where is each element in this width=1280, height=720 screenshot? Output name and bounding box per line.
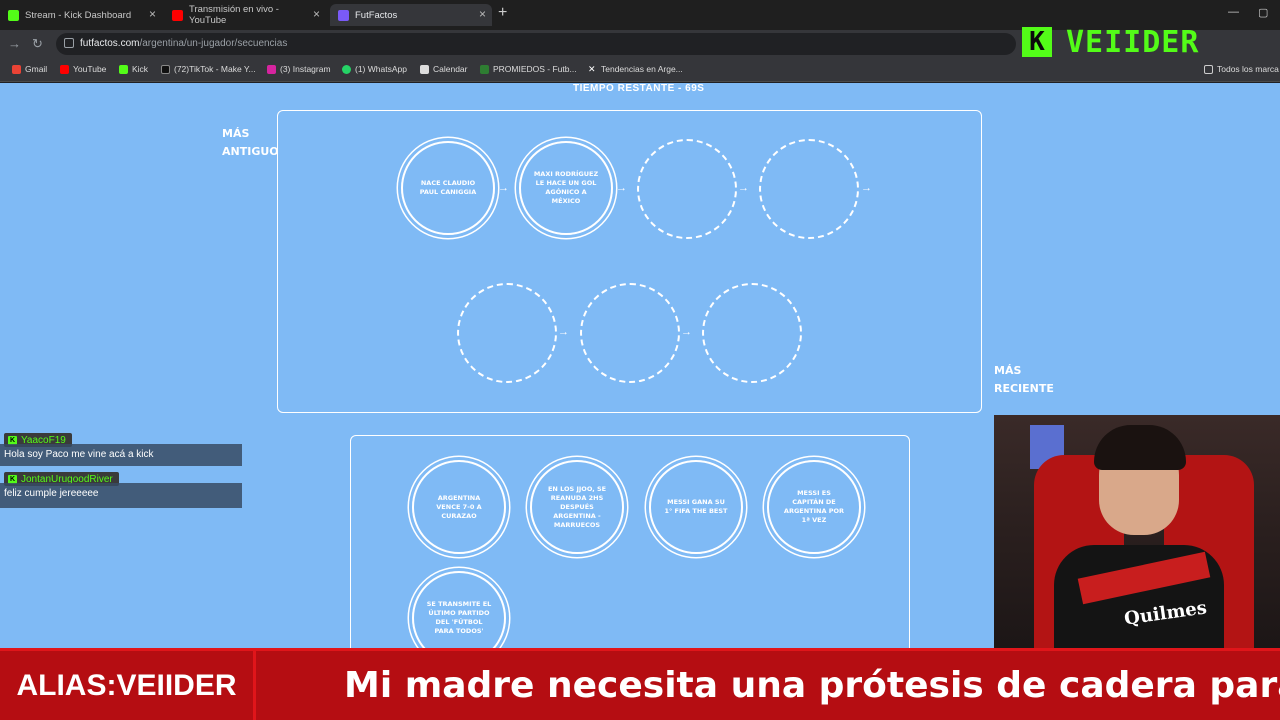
close-icon[interactable]: × bbox=[479, 7, 486, 21]
option-card[interactable]: ARGENTINA VENCE 7-0 A CURAZAO bbox=[412, 460, 506, 554]
chat-text: Hola soy Paco me vine acá a kick bbox=[0, 444, 242, 466]
bookmark-promiedos[interactable]: PROMIEDOS - Futb... bbox=[480, 64, 577, 74]
slot-2[interactable]: MAXI RODRÍGUEZ LE HACE UN GOL AGÓNICO A … bbox=[519, 141, 613, 235]
tiktok-icon bbox=[161, 64, 170, 74]
minimize-icon[interactable]: — bbox=[1228, 6, 1239, 18]
tab-title: Stream - Kick Dashboard bbox=[25, 9, 132, 21]
bookmark-x-trends[interactable]: ✕ Tendencias en Arge... bbox=[588, 64, 683, 74]
tab-title: Transmisión en vivo - YouTube bbox=[189, 4, 279, 26]
instagram-icon bbox=[267, 64, 276, 74]
ticker-text: Mi madre necesita una prótesis de cadera… bbox=[344, 665, 1280, 706]
slot-5[interactable] bbox=[457, 283, 557, 383]
slot-1[interactable]: NACE CLAUDIO PAUL CANIGGIA bbox=[401, 141, 495, 235]
timer-label: TIEMPO RESTANTE - 69S bbox=[573, 83, 705, 94]
arrow-right-icon: → bbox=[616, 182, 627, 194]
arrow-right-icon: → bbox=[681, 326, 692, 338]
close-icon[interactable]: × bbox=[149, 7, 156, 21]
tab-futfactos[interactable]: FutFactos × bbox=[330, 4, 492, 26]
chat-text: feliz cumple jereeeee bbox=[0, 483, 242, 508]
close-icon[interactable]: × bbox=[313, 7, 320, 21]
futfactos-icon bbox=[338, 9, 349, 21]
slot-4[interactable] bbox=[759, 139, 859, 239]
slot-7[interactable] bbox=[702, 283, 802, 383]
kick-logo-icon: K bbox=[1022, 27, 1052, 57]
tab-youtube[interactable]: Transmisión en vivo - YouTube × bbox=[164, 4, 326, 26]
bookmark-instagram[interactable]: (3) Instagram bbox=[267, 64, 331, 74]
oldest-label: MÁS ANTIGUO bbox=[222, 127, 279, 158]
bookmark-kick[interactable]: Kick bbox=[119, 64, 148, 74]
maximize-icon[interactable]: ▢ bbox=[1258, 6, 1268, 19]
option-card[interactable]: EN LOS JJOO, SE REANUDA 2HS DESPUÉS ARGE… bbox=[530, 460, 624, 554]
bookmark-gmail[interactable]: Gmail bbox=[12, 64, 47, 74]
option-card[interactable]: MESSI GANA SU 1° FIFA THE BEST bbox=[649, 460, 743, 554]
bookmark-calendar[interactable]: Calendar bbox=[420, 64, 468, 74]
alias-label: ALIAS:VEIIDER bbox=[0, 651, 256, 720]
kick-icon bbox=[119, 64, 128, 74]
new-tab-icon[interactable]: + bbox=[498, 4, 507, 22]
tab-title: FutFactos bbox=[355, 9, 398, 21]
slot-3[interactable] bbox=[637, 139, 737, 239]
youtube-icon bbox=[60, 64, 69, 74]
site-info-icon[interactable] bbox=[64, 38, 74, 48]
whatsapp-icon bbox=[342, 64, 351, 74]
arrow-right-icon: → bbox=[861, 182, 872, 194]
stream-logo: K VEIIDER bbox=[1022, 22, 1262, 62]
donation-ticker: ALIAS:VEIIDER Mi madre necesita una prót… bbox=[0, 648, 1280, 720]
x-icon: ✕ bbox=[588, 63, 596, 74]
bookmark-youtube[interactable]: YouTube bbox=[60, 64, 106, 74]
kick-icon bbox=[8, 9, 19, 21]
bookmark-tiktok[interactable]: (72)TikTok - Make Y... bbox=[161, 64, 256, 74]
arrow-right-icon: → bbox=[738, 182, 749, 194]
arrow-right-icon: → bbox=[558, 326, 569, 338]
tab-kick-dashboard[interactable]: Stream - Kick Dashboard × bbox=[0, 4, 162, 26]
option-card[interactable]: MESSI ES CAPITÁN DE ARGENTINA POR 1ª VEZ bbox=[767, 460, 861, 554]
forward-icon[interactable]: → bbox=[8, 36, 21, 51]
bookmark-whatsapp[interactable]: (1) WhatsApp bbox=[342, 64, 407, 74]
youtube-icon bbox=[172, 9, 183, 21]
streamer-hair bbox=[1094, 425, 1186, 470]
streamer-name: VEIIDER bbox=[1066, 24, 1200, 60]
newest-label: MÁS RECIENTE bbox=[994, 364, 1054, 395]
screen: Stream - Kick Dashboard × Transmisión en… bbox=[0, 0, 1280, 720]
gmail-icon bbox=[12, 64, 21, 74]
folder-icon bbox=[1204, 64, 1213, 74]
url-text: futfactos.com/argentina/un-jugador/secue… bbox=[80, 38, 288, 49]
bookmark-all[interactable]: Todos los marca bbox=[1204, 64, 1279, 74]
slot-6[interactable] bbox=[580, 283, 680, 383]
webcam-feed: Quilmes bbox=[994, 415, 1280, 648]
promiedos-icon bbox=[480, 64, 489, 74]
url-field[interactable]: futfactos.com/argentina/un-jugador/secue… bbox=[56, 33, 1016, 55]
arrow-right-icon: → bbox=[498, 182, 509, 194]
calendar-icon bbox=[420, 64, 429, 74]
reload-icon[interactable]: ↻ bbox=[32, 36, 43, 52]
